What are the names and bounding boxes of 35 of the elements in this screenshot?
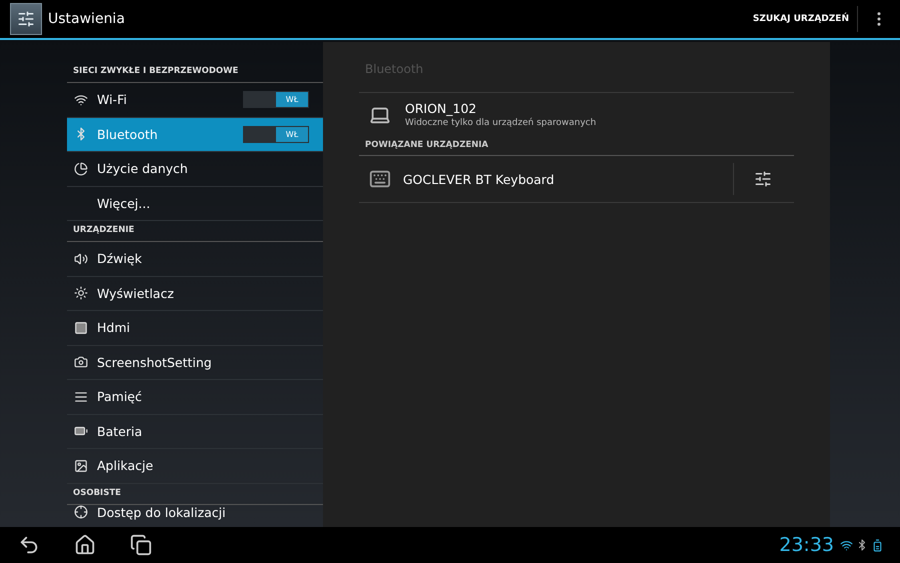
pie-chart-icon: [74, 162, 88, 176]
device-visibility: Widoczne tylko dla urządzeń sparowanych: [405, 118, 596, 128]
settings-item[interactable]: Bluetooth WŁ: [67, 118, 323, 152]
settings-item[interactable]: Dostęp do lokalizacji: [67, 504, 323, 522]
clock: 23:33: [779, 534, 834, 556]
section-header: SIECI ZWYKŁE I BEZPRZEWODOWE: [67, 62, 323, 83]
paired-device-name: GOCLEVER BT Keyboard: [403, 172, 556, 186]
list-icon: [74, 390, 88, 404]
section-header: POWIĄZANE URZĄDZENIA: [359, 130, 794, 156]
bluetooth-icon: [856, 539, 868, 551]
settings-item[interactable]: ScreenshotSetting: [67, 346, 323, 380]
keyboard-icon: [369, 168, 391, 190]
wifi-icon: [840, 538, 853, 552]
battery-icon: [871, 538, 884, 552]
toggle-switch[interactable]: WŁ: [243, 126, 309, 143]
square-icon: [74, 320, 88, 335]
paired-device-row[interactable]: GOCLEVER BT Keyboard: [359, 156, 794, 203]
search-devices-button[interactable]: SZUKAJ URZĄDZEŃ: [744, 6, 858, 32]
device-name: ORION_102: [405, 101, 478, 116]
wifi-icon: [74, 92, 88, 107]
crosshair-icon: [74, 504, 88, 518]
settings-item[interactable]: Hdmi: [67, 311, 323, 346]
settings-item[interactable]: Bateria: [67, 414, 323, 449]
section-header: URZĄDZENIE: [67, 221, 323, 242]
picture-icon: [74, 458, 88, 473]
camera-icon: [74, 355, 88, 370]
speaker-icon: [74, 252, 88, 266]
sun-icon: [74, 286, 88, 300]
settings-item[interactable]: Aplikacje: [67, 449, 323, 484]
section-header: OSOBISTE: [67, 484, 323, 504]
app-title: Ustawienia: [48, 11, 126, 27]
toggle-switch[interactable]: WŁ: [243, 91, 309, 108]
settings-app-icon[interactable]: [10, 3, 42, 35]
recent-apps-icon[interactable]: [128, 532, 154, 558]
sliders-icon: [754, 170, 772, 188]
